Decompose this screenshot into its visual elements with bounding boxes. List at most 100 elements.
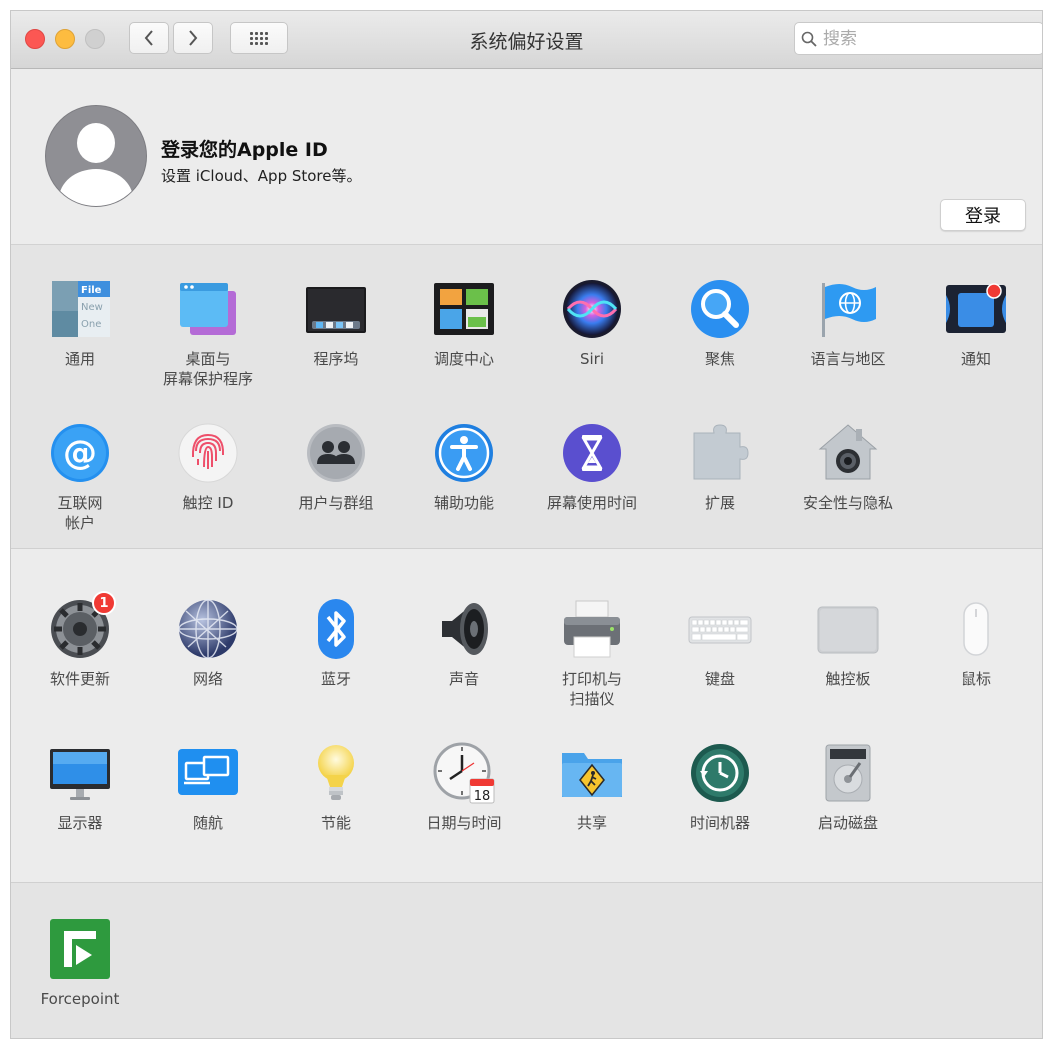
language-region-icon bbox=[816, 277, 880, 341]
pref-notifications[interactable]: 通知 bbox=[912, 277, 1040, 369]
zoom-window-button[interactable] bbox=[85, 29, 105, 49]
screen-time-icon bbox=[560, 421, 624, 485]
extensions-icon bbox=[688, 421, 752, 485]
pref-sound[interactable]: 声音 bbox=[400, 597, 528, 689]
apple-id-banner: 登录您的Apple ID 设置 iCloud、App Store等。 登录 bbox=[11, 69, 1042, 245]
pref-displays[interactable]: 显示器 bbox=[16, 741, 144, 833]
search-input[interactable] bbox=[823, 28, 1023, 49]
pref-label: 节能 bbox=[320, 814, 351, 832]
general-icon: File New One bbox=[48, 277, 112, 341]
pref-label: 桌面与 屏幕保护程序 bbox=[162, 350, 253, 388]
forward-button[interactable] bbox=[173, 22, 213, 54]
accessibility-icon bbox=[432, 421, 496, 485]
pref-label: 用户与群组 bbox=[298, 494, 374, 512]
energy-saver-icon bbox=[304, 741, 368, 805]
pref-label: 蓝牙 bbox=[320, 670, 351, 688]
avatar[interactable] bbox=[45, 105, 147, 207]
desktop-screensaver-icon bbox=[176, 277, 240, 341]
pref-label: 调度中心 bbox=[433, 350, 494, 368]
sign-in-button[interactable]: 登录 bbox=[940, 199, 1026, 231]
pref-date-time[interactable]: 18 日期与时间 bbox=[400, 741, 528, 833]
pref-desktop-screensaver[interactable]: 桌面与 屏幕保护程序 bbox=[144, 277, 272, 389]
pref-label: 显示器 bbox=[57, 814, 103, 832]
pref-keyboard[interactable]: 键盘 bbox=[656, 597, 784, 689]
show-all-button[interactable] bbox=[230, 22, 288, 54]
sidecar-icon bbox=[176, 741, 240, 805]
pref-label: 软件更新 bbox=[49, 670, 110, 688]
minimize-window-button[interactable] bbox=[55, 29, 75, 49]
keyboard-icon bbox=[688, 597, 752, 661]
pref-startup-disk[interactable]: 启动磁盘 bbox=[784, 741, 912, 833]
pref-forcepoint[interactable]: Forcepoint bbox=[16, 917, 144, 1009]
pref-network[interactable]: 网络 bbox=[144, 597, 272, 689]
pref-sidecar[interactable]: 随航 bbox=[144, 741, 272, 833]
spotlight-icon bbox=[688, 277, 752, 341]
close-window-button[interactable] bbox=[25, 29, 45, 49]
security-privacy-icon bbox=[816, 421, 880, 485]
pref-label: Siri bbox=[579, 350, 605, 368]
title-bar: 系统偏好设置 bbox=[11, 11, 1042, 69]
siri-icon bbox=[560, 277, 624, 341]
pref-label: 程序坞 bbox=[313, 350, 359, 368]
forcepoint-icon bbox=[48, 917, 112, 981]
printers-scanners-icon bbox=[560, 597, 624, 661]
pref-touch-id[interactable]: 触控 ID bbox=[144, 421, 272, 513]
internet-accounts-icon: @ bbox=[48, 421, 112, 485]
time-machine-icon bbox=[688, 741, 752, 805]
apple-id-title: 登录您的Apple ID bbox=[161, 139, 328, 161]
notifications-icon bbox=[944, 277, 1008, 341]
pref-accessibility[interactable]: 辅助功能 bbox=[400, 421, 528, 513]
software-update-icon: 1 bbox=[48, 591, 116, 661]
touch-id-icon bbox=[176, 421, 240, 485]
pref-security-privacy[interactable]: 安全性与隐私 bbox=[784, 421, 912, 513]
pref-siri[interactable]: Siri bbox=[528, 277, 656, 369]
pref-label: 聚焦 bbox=[704, 350, 735, 368]
pref-trackpad[interactable]: 触控板 bbox=[784, 597, 912, 689]
pref-label: 触控 ID bbox=[182, 494, 234, 512]
pref-screen-time[interactable]: 屏幕使用时间 bbox=[528, 421, 656, 513]
pref-spotlight[interactable]: 聚焦 bbox=[656, 277, 784, 369]
pref-label: 安全性与隐私 bbox=[802, 494, 893, 512]
pref-language-region[interactable]: 语言与地区 bbox=[784, 277, 912, 369]
dock-icon bbox=[304, 277, 368, 341]
pref-printers-scanners[interactable]: 打印机与 扫描仪 bbox=[528, 597, 656, 709]
network-icon bbox=[176, 597, 240, 661]
pref-label: 启动磁盘 bbox=[817, 814, 878, 832]
svg-text:New: New bbox=[81, 302, 103, 313]
pref-general[interactable]: File New One 通用 bbox=[16, 277, 144, 369]
pref-label: 辅助功能 bbox=[433, 494, 494, 512]
hardware-preferences-section: 1 软件更新 网络 蓝牙 声音 打印机与 扫描仪 键盘 触控板 鼠标 显示器 随… bbox=[11, 549, 1042, 883]
pref-extensions[interactable]: 扩展 bbox=[656, 421, 784, 513]
pref-mission-control[interactable]: 调度中心 bbox=[400, 277, 528, 369]
pref-label: 扩展 bbox=[704, 494, 735, 512]
sound-icon bbox=[432, 597, 496, 661]
pref-energy-saver[interactable]: 节能 bbox=[272, 741, 400, 833]
pref-time-machine[interactable]: 时间机器 bbox=[656, 741, 784, 833]
svg-text:One: One bbox=[81, 319, 101, 330]
svg-text:@: @ bbox=[63, 433, 97, 473]
pref-software-update[interactable]: 1 软件更新 bbox=[16, 591, 144, 689]
displays-icon bbox=[48, 741, 112, 805]
other-preferences-section: Forcepoint bbox=[11, 883, 1042, 1038]
pref-dock[interactable]: 程序坞 bbox=[272, 277, 400, 369]
pref-internet-accounts[interactable]: @ 互联网 帐户 bbox=[16, 421, 144, 533]
search-field[interactable] bbox=[794, 22, 1042, 55]
startup-disk-icon bbox=[816, 741, 880, 805]
pref-label: 触控板 bbox=[825, 670, 871, 688]
back-button[interactable] bbox=[129, 22, 169, 54]
pref-label: 打印机与 扫描仪 bbox=[561, 670, 622, 708]
pref-users-groups[interactable]: 用户与群组 bbox=[272, 421, 400, 513]
pref-bluetooth[interactable]: 蓝牙 bbox=[272, 597, 400, 689]
pref-sharing[interactable]: 共享 bbox=[528, 741, 656, 833]
search-icon bbox=[795, 31, 823, 47]
pref-label: 互联网 帐户 bbox=[57, 494, 103, 532]
users-groups-icon bbox=[304, 421, 368, 485]
trackpad-icon bbox=[816, 597, 880, 661]
personal-preferences-section: File New One 通用 桌面与 屏幕保护程序 程序坞 调度中心 Siri… bbox=[11, 245, 1042, 549]
pref-label: 日期与时间 bbox=[426, 814, 502, 832]
pref-label: 网络 bbox=[192, 670, 223, 688]
mouse-icon bbox=[944, 597, 1008, 661]
calendar-date-text: 18 bbox=[474, 789, 491, 804]
pref-label: 通知 bbox=[960, 350, 991, 368]
pref-mouse[interactable]: 鼠标 bbox=[912, 597, 1040, 689]
